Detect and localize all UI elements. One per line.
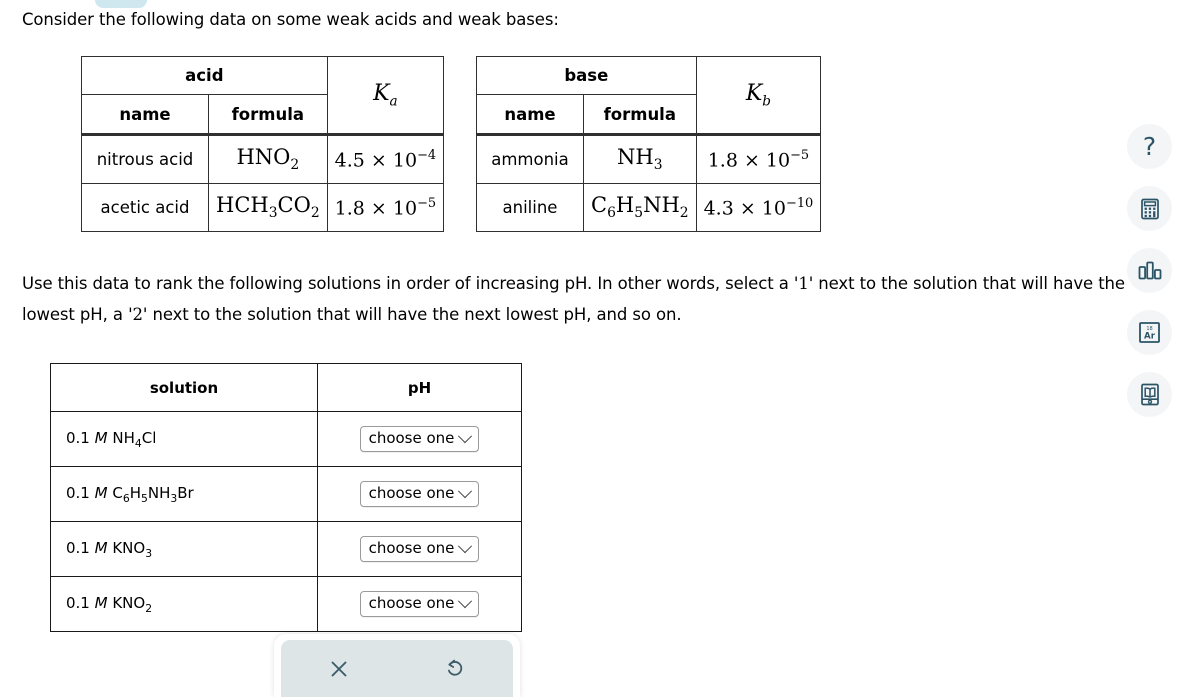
base-name: aniline [476,183,584,232]
base-data-table: base Kb name formula ammonia NH3 1.8 × 1… [476,56,822,232]
base-formula: C6H5NH2 [583,183,697,232]
table-row: 0.1 M C6H5NH3Br choose one [50,466,522,522]
base-col-name-header: name [476,94,584,136]
periodic-table-icon: 18 Ar [1139,322,1160,343]
close-x-icon [331,661,347,676]
ph-cell: choose one [317,411,522,467]
table-row: aniline C6H5NH2 4.3 × 10−10 [476,183,822,232]
reference-book-icon [1140,383,1159,406]
prompt-rank-1: 1 [798,274,809,293]
acid-name: acetic acid [81,183,209,232]
prompt-part-1: Use this data to rank the following solu… [22,274,799,293]
table-row: 0.1 M KNO3 choose one [50,521,522,577]
table-row: acetic acid HCH3CO2 1.8 × 10−5 [81,183,445,232]
data-chart-button[interactable] [1127,248,1172,293]
base-formula: NH3 [583,134,697,184]
periodic-table-button[interactable]: 18 Ar [1127,310,1172,355]
calculator-button[interactable] [1127,186,1172,231]
ph-dropdown-value: choose one [368,429,455,447]
solution-label: 0.1 M NH4Cl [50,411,318,467]
table-row: 0.1 M NH4Cl choose one [50,411,522,467]
ph-dropdown-row-3[interactable]: choose one [359,536,480,562]
help-button[interactable]: ? [1127,124,1172,169]
acid-table-header-row: acid Ka [81,56,445,136]
solution-column-header: solution [50,363,318,412]
acid-col-name-header: name [81,94,209,136]
reference-book-button[interactable] [1127,372,1172,417]
ka-subscript: a [389,93,398,110]
acid-ka-value: 4.5 × 10−4 [326,134,445,184]
prompt-rank-2: 2 [132,305,144,324]
reset-undo-icon [448,659,463,676]
acid-data-table: acid Ka name formula nitrous acid HNO2 4… [81,56,445,232]
table-row: ammonia NH3 1.8 × 10−5 [476,134,822,184]
acid-formula: HNO2 [208,134,328,184]
ph-cell: choose one [317,521,522,577]
solution-table-header-row: solution pH [50,363,522,412]
acid-ka-value: 1.8 × 10−5 [326,183,445,232]
ph-column-header: pH [317,363,522,412]
base-kb-header: Kb [695,56,822,136]
top-tab-fragment[interactable] [95,0,147,8]
answer-toolbar [274,634,520,697]
ph-cell: choose one [317,576,522,632]
bar-chart-icon [1138,261,1161,279]
base-kb-value: 4.3 × 10−10 [695,183,822,232]
chevron-down-icon [458,538,473,553]
acid-formula: HCH3CO2 [208,183,328,232]
chevron-down-icon [458,428,473,443]
ph-dropdown-row-2[interactable]: choose one [359,481,480,507]
calculator-icon [1140,198,1159,219]
chevron-down-icon [458,483,473,498]
clear-button[interactable] [316,649,362,689]
acid-ka-header: Ka [326,56,445,136]
chevron-down-icon [458,593,473,608]
ka-symbol: K [373,80,390,106]
base-kb-value: 1.8 × 10−5 [695,134,822,184]
prompt-instruction-text: Use this data to rank the following solu… [22,268,1182,330]
kb-symbol: K [745,80,763,106]
base-table-header-row: base Kb [476,56,822,136]
svg-text:Ar: Ar [1144,332,1156,342]
base-col-formula-header: formula [583,94,697,136]
ph-dropdown-row-4[interactable]: choose one [359,591,480,617]
ph-dropdown-value: choose one [368,594,455,612]
prompt-intro-text: Consider the following data on some weak… [22,10,559,29]
acid-col-formula-header: formula [208,94,328,136]
acid-name: nitrous acid [81,134,209,184]
question-mark-icon: ? [1142,132,1157,161]
ph-dropdown-value: choose one [368,539,455,557]
base-name: ammonia [476,134,584,184]
solution-label: 0.1 M KNO3 [50,521,318,577]
ph-cell: choose one [317,466,522,522]
base-group-header: base [476,56,697,95]
acid-group-header: acid [81,56,328,95]
table-row: nitrous acid HNO2 4.5 × 10−4 [81,134,445,184]
ph-dropdown-value: choose one [368,484,455,502]
answer-toolbar-inner [281,640,513,697]
solution-ph-table: solution pH 0.1 M NH4Cl choose one 0.1 M… [50,363,522,632]
kb-subscript: b [762,93,771,110]
tool-rail: ? 18 Ar [1127,124,1172,417]
ph-dropdown-row-1[interactable]: choose one [359,426,480,452]
prompt-part-3: ' next to the solution that will have th… [142,305,682,324]
solution-label: 0.1 M KNO2 [50,576,318,632]
solution-label: 0.1 M C6H5NH3Br [50,466,318,522]
table-row: 0.1 M KNO2 choose one [50,576,522,632]
reset-button[interactable] [432,649,478,689]
